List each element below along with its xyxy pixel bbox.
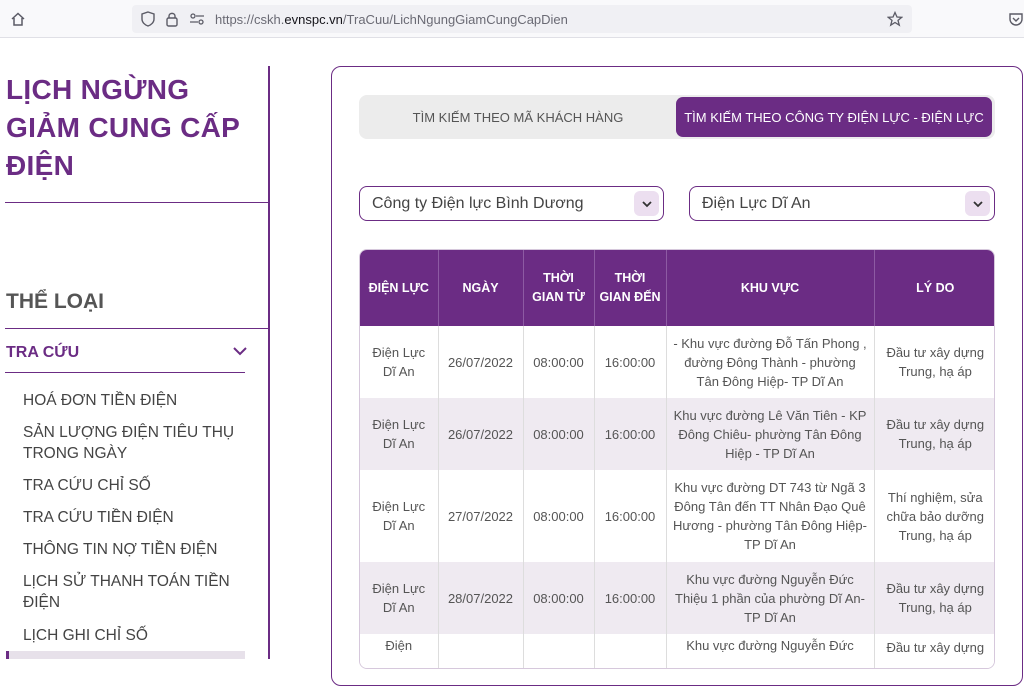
table-row: Điện Lực Dĩ An 27/07/2022 08:00:00 16:00… (360, 470, 994, 562)
cell-den: 16:00:00 (594, 562, 667, 634)
cell-dien-luc: Điện Lực Dĩ An (360, 562, 439, 634)
cell-ngay: 28/07/2022 (438, 562, 524, 634)
cell-ngay: 27/07/2022 (438, 470, 524, 562)
page-title: LỊCH NGỪNG GIẢM CUNG CẤP ĐIỆN (6, 74, 240, 181)
url-text: https://cskh.evnspc.vn/TraCuu/LichNgungG… (215, 12, 568, 27)
section-divider (5, 372, 245, 373)
sidebar-item-no-tien-dien[interactable]: THÔNG TIN NỢ TIỀN ĐIỆN (23, 539, 253, 560)
company-select[interactable]: Công ty Điện lực Bình Dương (359, 186, 664, 221)
outage-table: ĐIỆN LỰC NGÀY THỜI GIAN TỪ THỜI GIAN ĐẾN… (359, 249, 995, 669)
category-title: THỂ LOẠI (6, 290, 104, 313)
header-ly-do: LÝ DO (874, 250, 994, 326)
pocket-icon[interactable] (1008, 11, 1024, 27)
header-dien-luc: ĐIỆN LỰC (360, 250, 439, 326)
lock-icon[interactable] (165, 11, 179, 27)
cell-tu: 08:00:00 (523, 398, 595, 470)
permissions-icon[interactable] (189, 12, 205, 26)
cell-den: 16:00:00 (594, 326, 667, 398)
cell-ngay: 26/07/2022 (438, 398, 524, 470)
header-thoi-gian-tu: THỜI GIAN TỪ (523, 250, 595, 326)
sidebar-item-active[interactable] (6, 651, 245, 659)
sidebar-item-tien-dien[interactable]: TRA CỨU TIỀN ĐIỆN (23, 507, 253, 528)
cell-dien-luc: Điện Lực Dĩ An (360, 398, 439, 470)
cell-dien-luc: Điện Lực Dĩ An (360, 470, 439, 562)
sidebar-item-hoa-don[interactable]: HOÁ ĐƠN TIỀN ĐIỆN (23, 390, 253, 411)
cell-ly-do: Đầu tư xây dựng Trung, hạ áp (874, 326, 994, 398)
tab-search-by-company[interactable]: TÌM KIẾM THEO CÔNG TY ĐIỆN LỰC - ĐIỆN LỰ… (676, 97, 992, 137)
bookmark-star-icon[interactable] (887, 11, 903, 27)
cell-khu-vuc: - Khu vực đường Đỗ Tấn Phong , đường Đôn… (666, 326, 875, 398)
cell-den: 16:00:00 (594, 398, 667, 470)
tab-search-by-customer[interactable]: TÌM KIẾM THEO MÃ KHÁCH HÀNG (359, 97, 677, 137)
home-icon[interactable] (10, 11, 26, 27)
cell-ly-do: Đầu tư xây dựng Trung, hạ áp (874, 398, 994, 470)
chevron-down-icon[interactable] (634, 191, 659, 216)
chevron-down-icon[interactable] (965, 191, 990, 216)
section-tra-cuu[interactable]: TRA CỨU (6, 344, 79, 362)
sidebar-item-chi-so[interactable]: TRA CỨU CHỈ SỐ (23, 475, 253, 496)
cell-khu-vuc: Khu vực đường Nguyễn Đức (666, 634, 875, 668)
cell-dien-luc: Điện (360, 634, 439, 668)
table-row: Điện Lực Dĩ An 26/07/2022 08:00:00 16:00… (360, 398, 994, 470)
sidebar-item-san-luong[interactable]: SẢN LƯỢNG ĐIỆN TIÊU THỤ TRONG NGÀY (23, 422, 253, 464)
cell-ly-do: Đầu tư xây dựng Trung, hạ áp (874, 562, 994, 634)
category-divider (5, 328, 269, 329)
cell-den: 16:00:00 (594, 470, 667, 562)
sidebar-item-lich-ghi-chi-so[interactable]: LỊCH GHI CHỈ SỐ (23, 625, 253, 646)
cell-tu (523, 634, 595, 668)
sidebar-item-lich-su-thanh-toan[interactable]: LỊCH SỬ THANH TOÁN TIỀN ĐIỆN (23, 571, 253, 613)
cell-ngay (438, 634, 524, 668)
chevron-down-icon[interactable] (232, 343, 248, 359)
title-divider (5, 202, 269, 203)
cell-ly-do: Đầu tư xây dựng (874, 634, 994, 668)
table-row: Điện Khu vực đường Nguyễn Đức Đầu tư xây… (360, 634, 994, 668)
district-select-value: Điện Lực Dĩ An (702, 194, 811, 212)
search-tabs: TÌM KIẾM THEO MÃ KHÁCH HÀNG TÌM KIẾM THE… (359, 95, 995, 139)
company-select-value: Công ty Điện lực Bình Dương (372, 194, 584, 212)
table-row: Điện Lực Dĩ An 28/07/2022 08:00:00 16:00… (360, 562, 994, 634)
cell-khu-vuc: Khu vực đường DT 743 từ Ngã 3 Đông Tân đ… (666, 470, 875, 562)
cell-ly-do: Thí nghiệm, sửa chữa bảo dưỡng Trung, hạ… (874, 470, 994, 562)
cell-tu: 08:00:00 (523, 470, 595, 562)
shield-icon[interactable] (141, 11, 155, 27)
cell-den (594, 634, 667, 668)
table-header-row: ĐIỆN LỰC NGÀY THỜI GIAN TỪ THỜI GIAN ĐẾN… (360, 250, 994, 326)
header-thoi-gian-den: THỜI GIAN ĐẾN (594, 250, 667, 326)
cell-ngay: 26/07/2022 (438, 326, 524, 398)
header-ngay: NGÀY (438, 250, 524, 326)
active-indicator (6, 651, 9, 659)
browser-toolbar: https://cskh.evnspc.vn/TraCuu/LichNgungG… (0, 0, 1024, 38)
sidebar-divider (268, 66, 270, 659)
cell-khu-vuc: Khu vực đường Lê Văn Tiên - KP Đông Chiê… (666, 398, 875, 470)
cell-tu: 08:00:00 (523, 562, 595, 634)
table-row: Điện Lực Dĩ An 26/07/2022 08:00:00 16:00… (360, 326, 994, 398)
cell-tu: 08:00:00 (523, 326, 595, 398)
cell-khu-vuc: Khu vực đường Nguyễn Đức Thiệu 1 phần củ… (666, 562, 875, 634)
district-select[interactable]: Điện Lực Dĩ An (689, 186, 995, 221)
cell-dien-luc: Điện Lực Dĩ An (360, 326, 439, 398)
header-khu-vuc: KHU VỰC (666, 250, 875, 326)
